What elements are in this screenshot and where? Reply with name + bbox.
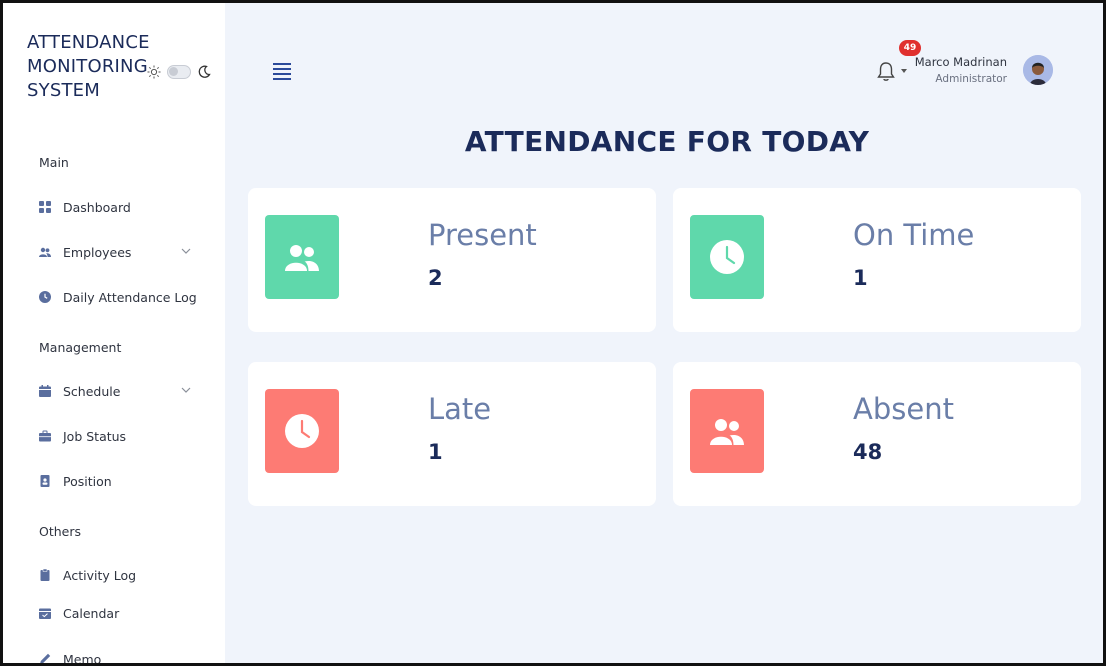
clock-icon (285, 414, 319, 448)
absent-icon-box (690, 389, 764, 473)
avatar[interactable] (1023, 55, 1053, 85)
sidebar-item-schedule[interactable]: Schedule (39, 380, 199, 402)
sidebar-item-label: Dashboard (63, 199, 131, 215)
on-time-icon-box (690, 215, 764, 299)
sidebar-item-daily-attendance-log[interactable]: Daily Attendance Log (39, 286, 199, 308)
late-card[interactable]: Late 1 (248, 362, 656, 506)
menu-toggle-button[interactable] (273, 63, 291, 80)
card-label: Absent (853, 392, 954, 426)
card-label: Present (428, 218, 537, 252)
nav-section-management: Management (39, 340, 122, 355)
bell-icon[interactable] (876, 61, 896, 83)
card-value: 1 (853, 266, 868, 290)
present-icon-box (265, 215, 339, 299)
avatar-image (1023, 55, 1053, 85)
nav-section-others: Others (39, 524, 82, 539)
user-role: Administrator (935, 73, 1007, 85)
notification-badge: 49 (899, 40, 921, 56)
hamburger-line (273, 63, 291, 65)
nav-section-main: Main (39, 155, 69, 170)
card-label: Late (428, 392, 492, 426)
sidebar-item-label: Position (63, 473, 112, 489)
sidebar-item-label: Activity Log (63, 567, 137, 583)
id-badge-icon (40, 475, 50, 487)
app-frame: ATTENDANCE MONITORING SYSTEM Main Dashbo… (0, 0, 1106, 666)
chevron-down-icon (181, 387, 191, 393)
calendar-icon (39, 385, 51, 397)
sidebar-item-dashboard[interactable]: Dashboard (39, 196, 199, 218)
users-icon (39, 247, 51, 257)
notification-dropdown-caret[interactable] (901, 69, 907, 73)
users-icon (285, 245, 319, 271)
users-icon (710, 419, 744, 445)
theme-toggle (147, 65, 211, 79)
clock-icon (39, 291, 51, 303)
app-brand[interactable]: ATTENDANCE MONITORING SYSTEM (27, 31, 150, 103)
sidebar-item-employees[interactable]: Employees (39, 241, 199, 263)
page-title: ATTENDANCE FOR TODAY (464, 125, 870, 158)
hamburger-line (273, 73, 291, 75)
pen-icon (40, 653, 51, 663)
brand-line-1: ATTENDANCE (27, 32, 150, 53)
briefcase-icon (39, 430, 51, 442)
user-name[interactable]: Marco Madrinan (915, 55, 1007, 69)
clipboard-icon (40, 569, 50, 581)
sun-icon (147, 65, 161, 79)
late-icon-box (265, 389, 339, 473)
sidebar-item-label: Memo (63, 651, 102, 666)
chevron-down-icon (181, 248, 191, 254)
card-value: 2 (428, 266, 443, 290)
present-card[interactable]: Present 2 (248, 188, 656, 332)
sidebar-item-position[interactable]: Position (39, 470, 199, 492)
sidebar-item-label: Calendar (63, 605, 120, 621)
hamburger-line (273, 68, 291, 70)
brand-line-2: MONITORING (27, 56, 148, 77)
sidebar-item-label: Job Status (63, 428, 127, 444)
sidebar-item-label: Schedule (63, 383, 121, 399)
brand-line-3: SYSTEM (27, 80, 100, 101)
card-value: 1 (428, 440, 443, 464)
sidebar-item-label: Employees (63, 244, 132, 260)
sidebar-item-calendar[interactable]: Calendar (39, 602, 199, 624)
grid-icon (39, 201, 51, 213)
sidebar-item-label: Daily Attendance Log (63, 289, 197, 305)
sidebar-item-job-status[interactable]: Job Status (39, 425, 199, 447)
card-label: On Time (853, 218, 975, 252)
sidebar: ATTENDANCE MONITORING SYSTEM Main Dashbo… (3, 3, 225, 666)
moon-icon (198, 65, 211, 78)
clock-icon (710, 240, 744, 274)
sidebar-item-memo[interactable]: Memo (39, 648, 199, 666)
absent-card[interactable]: Absent 48 (673, 362, 1081, 506)
hamburger-line (273, 78, 291, 80)
sidebar-item-activity-log[interactable]: Activity Log (39, 564, 199, 586)
dark-mode-switch[interactable] (167, 65, 191, 79)
on-time-card[interactable]: On Time 1 (673, 188, 1081, 332)
card-value: 48 (853, 440, 883, 464)
calendar-check-icon (39, 608, 51, 619)
